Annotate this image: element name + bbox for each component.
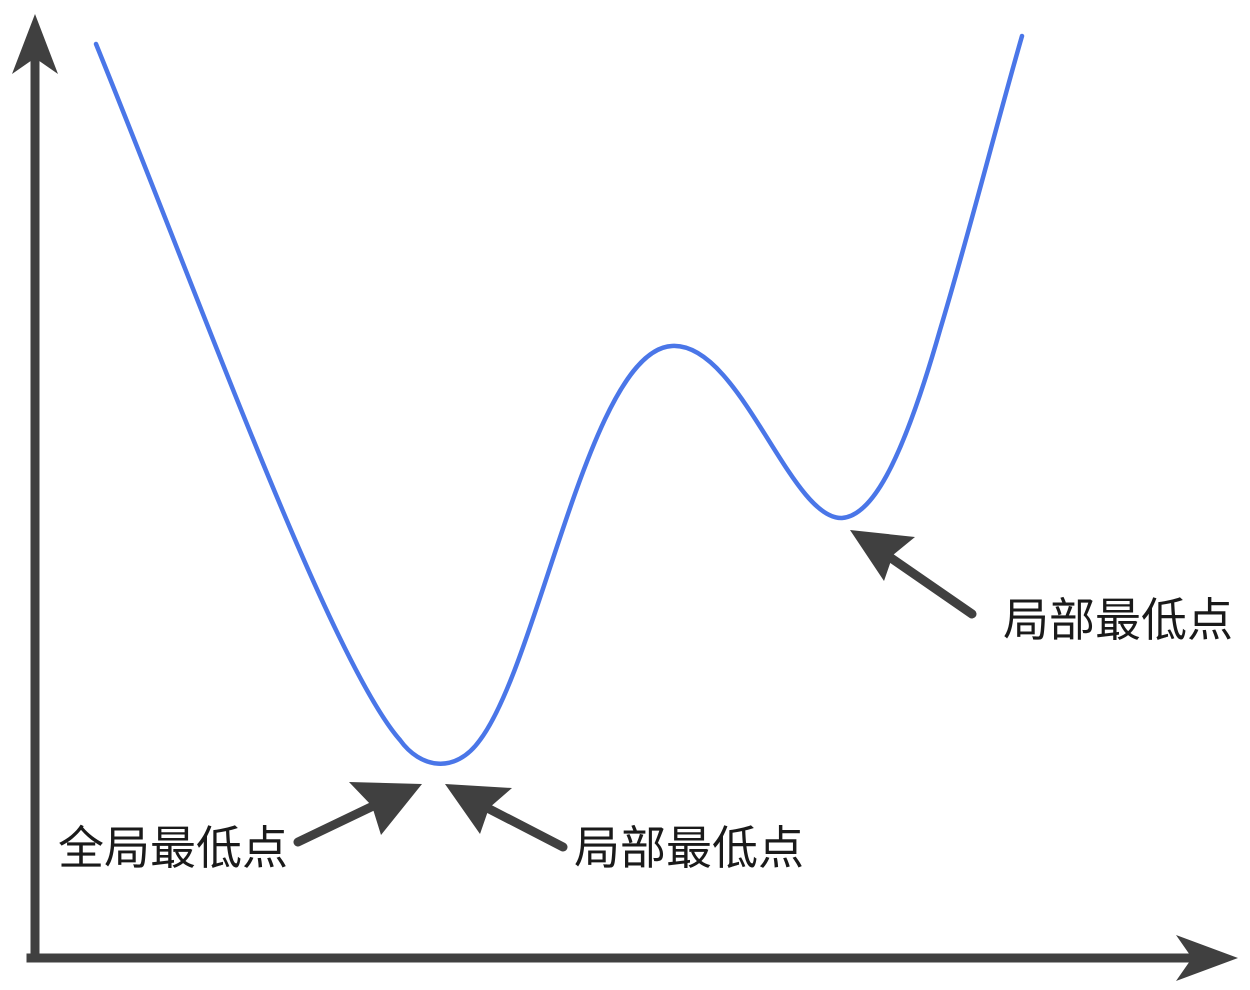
global-min-label: 全局最低点	[58, 821, 288, 875]
loss-landscape-diagram: 全局最低点 局部最低点 局部最低点	[12, 14, 1238, 981]
right-local-min-arrow	[850, 530, 977, 619]
center-local-min-arrowhead	[445, 784, 512, 834]
global-min-arrow	[293, 782, 422, 847]
right-local-min-arrowhead	[850, 530, 915, 581]
right-local-min-label: 局部最低点	[1003, 593, 1233, 647]
annotation-arrows	[293, 530, 977, 852]
center-local-min-label: 局部最低点	[574, 821, 804, 875]
loss-curve	[93, 33, 1025, 766]
center-local-min-arrow	[445, 784, 568, 852]
